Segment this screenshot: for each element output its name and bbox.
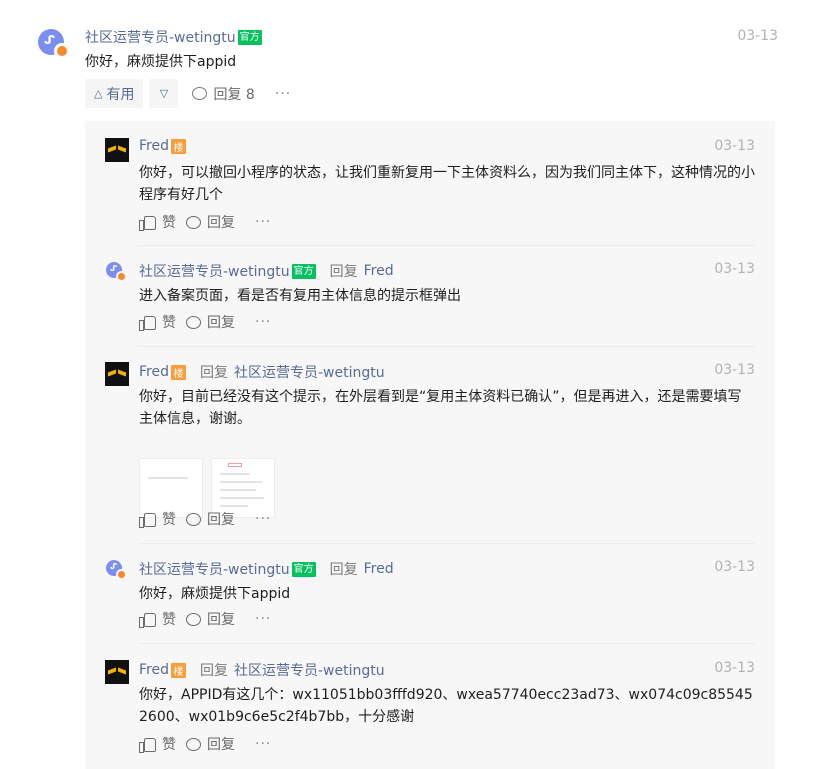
- official-badge: 官方: [237, 29, 262, 45]
- reply-actions: 赞 回复 ···: [139, 734, 271, 754]
- comment-bubble-icon[interactable]: [186, 215, 201, 229]
- reply-header: 社区运营专员-wetingtu 官方 回复 Fred: [139, 559, 394, 579]
- reply-header: Fred 楼: [139, 138, 186, 154]
- author-name[interactable]: 社区运营专员-wetingtu: [139, 261, 290, 281]
- thumbs-up-icon[interactable]: [139, 512, 156, 528]
- official-badge: 官方: [291, 561, 316, 577]
- fred-avatar[interactable]: [105, 660, 129, 684]
- reply-text: 你好，可以撤回小程序的状态，让我们重新复用一下主体资料么，因为我们同主体下，这种…: [139, 165, 755, 203]
- floor-badge: 楼: [170, 364, 186, 380]
- triangle-down-icon: ▽: [159, 87, 169, 100]
- reply-date: 03-13: [714, 660, 755, 676]
- reply-to-word: 回复: [329, 562, 358, 578]
- comment-bubble-icon[interactable]: [186, 512, 201, 526]
- reply-to-name[interactable]: Fred: [364, 561, 394, 577]
- reply-date: 03-13: [714, 362, 755, 378]
- floor-badge: 楼: [170, 138, 186, 154]
- reply-to-word: 回复: [199, 663, 228, 679]
- comment-actions: △ 有用 ▽ 回复 8 ···: [85, 79, 291, 108]
- author-name[interactable]: 社区运营专员-wetingtu: [85, 27, 236, 47]
- more-options-icon[interactable]: ···: [255, 611, 271, 627]
- reply-date: 03-13: [714, 559, 755, 575]
- like-label[interactable]: 赞: [162, 609, 176, 629]
- official-avatar[interactable]: ᔑ: [105, 559, 129, 583]
- reply-to-name[interactable]: Fred: [364, 263, 394, 279]
- divider: [138, 543, 755, 544]
- comment-text: 你好，麻烦提供下appid: [85, 54, 237, 70]
- author-name[interactable]: Fred: [139, 662, 169, 678]
- more-options-icon[interactable]: ···: [255, 314, 271, 330]
- comment-bubble-icon[interactable]: [186, 612, 201, 626]
- author-name[interactable]: 社区运营专员-wetingtu: [139, 559, 290, 579]
- fred-avatar[interactable]: [105, 138, 129, 162]
- useful-button[interactable]: △ 有用: [85, 79, 144, 108]
- reply-date: 03-13: [714, 261, 755, 277]
- reply-to-name[interactable]: 社区运营专员-wetingtu: [234, 362, 385, 382]
- like-label[interactable]: 赞: [162, 312, 176, 332]
- reply-date: 03-13: [714, 138, 755, 154]
- reply-actions: 赞 回复 ···: [139, 312, 271, 332]
- reply-actions: 赞 回复 ···: [139, 212, 271, 232]
- reply-label[interactable]: 回复: [207, 212, 235, 232]
- comment-date: 03-13: [737, 28, 778, 44]
- like-label[interactable]: 赞: [162, 509, 176, 529]
- official-avatar[interactable]: ᔑ: [36, 27, 72, 63]
- divider: [138, 346, 755, 347]
- comment-header: 社区运营专员-wetingtu 官方: [85, 27, 262, 47]
- fred-avatar[interactable]: [105, 362, 129, 386]
- official-avatar[interactable]: ᔑ: [105, 261, 129, 285]
- floor-badge: 楼: [170, 662, 186, 678]
- reply-text: 你好，麻烦提供下appid: [139, 586, 291, 602]
- reply-count-label: 回复 8: [213, 86, 255, 103]
- reply-text: 你好，目前已经没有这个提示，在外层看到是“复用主体资料已确认”，但是再进入，还是…: [139, 389, 742, 427]
- triangle-up-icon: △: [94, 87, 103, 100]
- not-useful-button[interactable]: ▽: [149, 79, 179, 108]
- reply-header: Fred 楼 回复 社区运营专员-wetingtu: [139, 362, 385, 382]
- reply-actions: 赞 回复 ···: [139, 509, 271, 529]
- author-name[interactable]: Fred: [139, 138, 169, 154]
- reply-list: Fred 楼 03-13 你好，可以撤回小程序的状态，让我们重新复用一下主体资料…: [85, 121, 775, 769]
- official-badge: 官方: [291, 263, 316, 279]
- reply-label[interactable]: 回复: [207, 609, 235, 629]
- reply-to-word: 回复: [199, 365, 228, 381]
- divider: [138, 245, 755, 246]
- reply-button[interactable]: 回复 8: [192, 84, 255, 104]
- like-label[interactable]: 赞: [162, 734, 176, 754]
- thumbs-up-icon[interactable]: [139, 315, 156, 331]
- thumbs-up-icon[interactable]: [139, 612, 156, 628]
- more-options-icon[interactable]: ···: [255, 214, 271, 230]
- more-options-icon[interactable]: ···: [255, 511, 271, 527]
- thumbs-up-icon[interactable]: [139, 737, 156, 753]
- more-options-icon[interactable]: ···: [255, 736, 271, 752]
- divider: [138, 643, 755, 644]
- author-name[interactable]: Fred: [139, 364, 169, 380]
- thumbs-up-icon[interactable]: [139, 215, 156, 231]
- comment-bubble-icon[interactable]: [186, 737, 201, 751]
- reply-to-word: 回复: [329, 264, 358, 280]
- reply-actions: 赞 回复 ···: [139, 609, 271, 629]
- reply-header: 社区运营专员-wetingtu 官方 回复 Fred: [139, 261, 394, 281]
- reply-header: Fred 楼 回复 社区运营专员-wetingtu: [139, 660, 385, 680]
- comment-bubble-icon[interactable]: [186, 315, 201, 329]
- reply-label[interactable]: 回复: [207, 734, 235, 754]
- reply-label[interactable]: 回复: [207, 312, 235, 332]
- like-label[interactable]: 赞: [162, 212, 176, 232]
- reply-to-name[interactable]: 社区运营专员-wetingtu: [234, 660, 385, 680]
- reply-text: 你好，APPID有这几个：wx11051bb03fffd920、wxea5774…: [139, 687, 753, 725]
- reply-label[interactable]: 回复: [207, 509, 235, 529]
- comment-bubble-icon: [192, 87, 208, 100]
- reply-text: 进入备案页面，看是否有复用主体信息的提示框弹出: [139, 288, 461, 304]
- useful-label: 有用: [106, 86, 135, 103]
- more-options-icon[interactable]: ···: [275, 86, 291, 102]
